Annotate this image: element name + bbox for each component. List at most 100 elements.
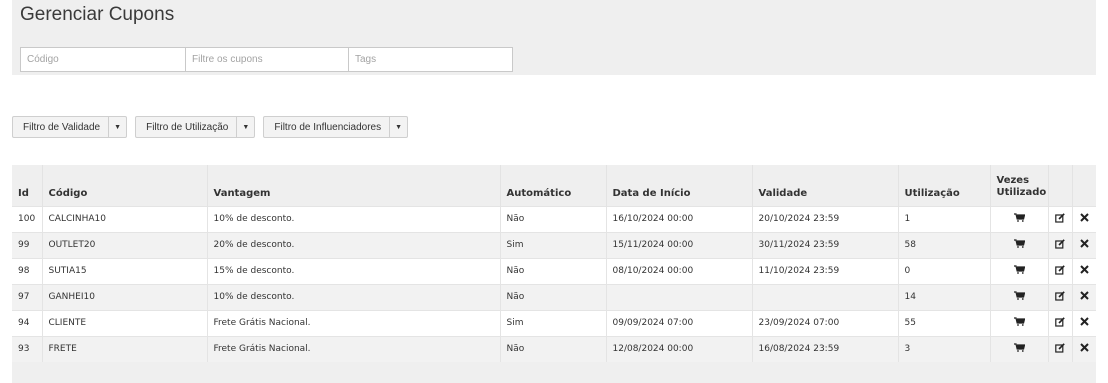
cell-id: 97	[12, 283, 43, 310]
edit-icon[interactable]	[1055, 290, 1065, 301]
coupons-table: Id Código Vantagem Automático Data de In…	[12, 165, 1096, 362]
page-title: Gerenciar Cupons	[20, 4, 175, 25]
edit-icon[interactable]	[1055, 342, 1065, 353]
cell-automatic: Não	[500, 257, 607, 284]
cell-delete	[1072, 257, 1096, 284]
caret-down-icon[interactable]: ▼	[389, 117, 407, 137]
header-id[interactable]: Id	[12, 165, 43, 206]
cell-advantage: 10% de desconto.	[207, 205, 501, 232]
dropdown-label: Filtro de Validade	[23, 121, 101, 133]
cell-automatic: Sim	[500, 231, 607, 258]
cart-icon[interactable]	[1013, 213, 1025, 222]
cell-edit	[1048, 257, 1073, 284]
cell-automatic: Não	[500, 283, 607, 310]
cart-icon[interactable]	[1013, 317, 1025, 326]
header-automatic[interactable]: Automático	[500, 165, 607, 206]
cell-id: 99	[12, 231, 43, 258]
cell-delete	[1072, 283, 1096, 310]
cell-delete	[1072, 205, 1096, 232]
table-row: 93 FRETE Frete Grátis Nacional. Não 12/08/20…	[12, 335, 1096, 362]
edit-icon[interactable]	[1055, 212, 1065, 223]
cell-id: 93	[12, 335, 43, 362]
cell-cart	[990, 335, 1049, 362]
cell-usage: 3	[898, 335, 991, 362]
cell-code: CALCINHA10	[42, 205, 208, 232]
coupon-filter-input[interactable]	[185, 47, 349, 72]
cell-cart	[990, 205, 1049, 232]
cell-cart	[990, 231, 1049, 258]
cell-code: GANHEI10	[42, 283, 208, 310]
delete-icon[interactable]	[1079, 239, 1089, 248]
cell-automatic: Sim	[500, 309, 607, 336]
delete-icon[interactable]	[1079, 265, 1089, 274]
cell-validity: 20/10/2024 23:59	[752, 205, 899, 232]
code-input[interactable]	[20, 47, 186, 72]
cell-advantage: 10% de desconto.	[207, 283, 501, 310]
table-row: 98 SUTIA15 15% de desconto. Não 08/10/2024 0…	[12, 257, 1096, 284]
cart-icon[interactable]	[1013, 239, 1025, 248]
cell-start: 08/10/2024 00:00	[606, 257, 753, 284]
header-usage[interactable]: Utilização	[898, 165, 991, 206]
cell-code: FRETE	[42, 335, 208, 362]
cell-advantage: 15% de desconto.	[207, 257, 501, 284]
cell-advantage: 20% de desconto.	[207, 231, 501, 258]
caret-down-icon[interactable]: ▼	[236, 117, 254, 137]
cell-validity: 16/08/2024 23:59	[752, 335, 899, 362]
cell-advantage: Frete Grátis Nacional.	[207, 309, 501, 336]
filter-dropdowns: Filtro de Validade ▼ Filtro de Utilizaçã…	[12, 116, 416, 138]
cell-automatic: Não	[500, 335, 607, 362]
cell-cart	[990, 283, 1049, 310]
usage-filter-dropdown[interactable]: Filtro de Utilização ▼	[135, 116, 256, 138]
cell-id: 98	[12, 257, 43, 284]
header-validity[interactable]: Validade	[752, 165, 899, 206]
cell-start: 15/11/2024 00:00	[606, 231, 753, 258]
cell-usage: 14	[898, 283, 991, 310]
cell-edit	[1048, 309, 1073, 336]
influencer-filter-dropdown[interactable]: Filtro de Influenciadores ▼	[263, 116, 409, 138]
cell-edit	[1048, 205, 1073, 232]
cell-edit	[1048, 283, 1073, 310]
cell-code: CLIENTE	[42, 309, 208, 336]
cell-delete	[1072, 309, 1096, 336]
cell-usage: 1	[898, 205, 991, 232]
cart-icon[interactable]	[1013, 265, 1025, 274]
cell-start: 12/08/2024 00:00	[606, 335, 753, 362]
cart-icon[interactable]	[1013, 291, 1025, 300]
table-header-row: Id Código Vantagem Automático Data de In…	[12, 165, 1096, 206]
cell-edit	[1048, 335, 1073, 362]
cell-automatic: Não	[500, 205, 607, 232]
edit-icon[interactable]	[1055, 264, 1065, 275]
header-edit	[1048, 165, 1073, 206]
caret-down-icon[interactable]: ▼	[108, 117, 126, 137]
edit-icon[interactable]	[1055, 316, 1065, 327]
validity-filter-dropdown[interactable]: Filtro de Validade ▼	[12, 116, 128, 138]
edit-icon[interactable]	[1055, 238, 1065, 249]
header-delete	[1072, 165, 1096, 206]
cell-usage: 0	[898, 257, 991, 284]
cell-validity: 11/10/2024 23:59	[752, 257, 899, 284]
header-advantage[interactable]: Vantagem	[207, 165, 501, 206]
cell-start: 16/10/2024 00:00	[606, 205, 753, 232]
header-times-used[interactable]: Vezes Utilizado	[990, 165, 1049, 206]
cell-advantage: Frete Grátis Nacional.	[207, 335, 501, 362]
table-row: 100 CALCINHA10 10% de desconto. Não 16/10/20…	[12, 205, 1096, 232]
cell-edit	[1048, 231, 1073, 258]
cell-usage: 58	[898, 231, 991, 258]
filter-panel: Gerenciar Cupons	[12, 0, 1096, 75]
table-row: 94 CLIENTE Frete Grátis Nacional. Sim 09/09/…	[12, 309, 1096, 336]
dropdown-label: Filtro de Influenciadores	[274, 121, 382, 133]
cell-start: 09/09/2024 07:00	[606, 309, 753, 336]
delete-icon[interactable]	[1079, 343, 1089, 352]
delete-icon[interactable]	[1079, 291, 1089, 300]
cell-start	[606, 283, 753, 310]
header-code[interactable]: Código	[42, 165, 208, 206]
delete-icon[interactable]	[1079, 213, 1089, 222]
cell-delete	[1072, 231, 1096, 258]
tags-input[interactable]	[348, 47, 513, 72]
dropdown-label: Filtro de Utilização	[146, 121, 229, 133]
cart-icon[interactable]	[1013, 343, 1025, 353]
cell-validity: 30/11/2024 23:59	[752, 231, 899, 258]
table-row: 99 OUTLET20 20% de desconto. Sim 15/11/2024 …	[12, 231, 1096, 258]
header-start-date[interactable]: Data de Início	[606, 165, 753, 206]
delete-icon[interactable]	[1079, 317, 1089, 326]
